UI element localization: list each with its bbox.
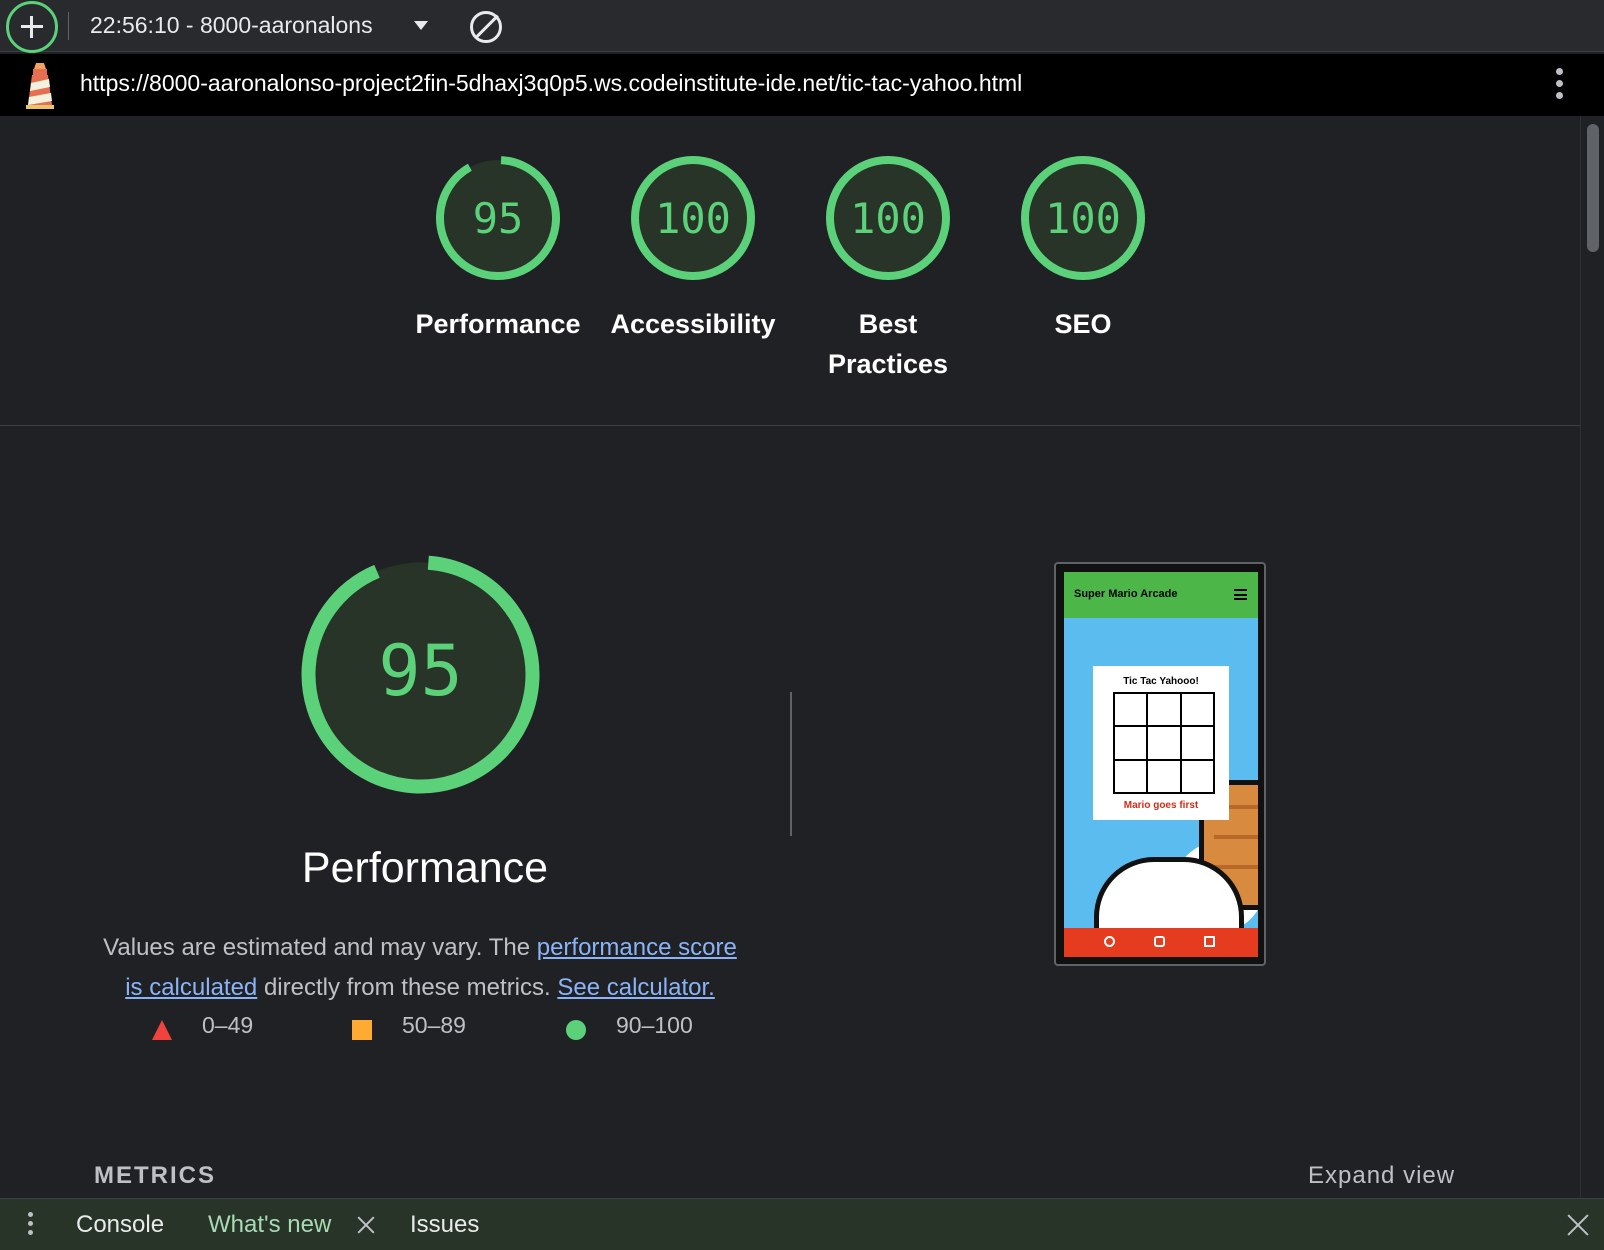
performance-score: 95 (378, 630, 462, 712)
gauge-ring: 100 (826, 156, 950, 280)
toolbar-divider (68, 12, 69, 40)
category-gauges: 95 Performance 100 Accessibility 100 Bes… (0, 116, 1580, 426)
gauge-ring: 100 (631, 156, 755, 280)
instagram-icon (1154, 936, 1165, 947)
game-title: Tic Tac Yahooo! (1123, 676, 1199, 687)
bottom-drawer: Console What's new Issues (0, 1198, 1604, 1250)
screenshot-header: Super Mario Arcade (1064, 572, 1258, 618)
screenshot-footer (1064, 928, 1258, 957)
page-url: https://8000-aaronalonso-project2fin-5dh… (80, 70, 1023, 96)
tab-console[interactable]: Console (76, 1211, 164, 1239)
drawer-menu-icon[interactable] (28, 1212, 36, 1240)
tic-tac-toe-grid (1113, 692, 1215, 794)
game-card: Tic Tac Yahooo! Mario goes first (1093, 666, 1229, 820)
close-drawer-icon[interactable] (1566, 1213, 1590, 1237)
metrics-title: METRICS (94, 1162, 216, 1189)
performance-gauge-large: 95 (301, 555, 540, 794)
performance-description: Values are estimated and may vary. The p… (95, 928, 745, 1008)
gauge-label: Performance (415, 309, 581, 339)
scrollbar-thumb[interactable] (1587, 124, 1599, 252)
gauge-label: Accessibility (610, 309, 776, 339)
tab-issues[interactable]: Issues (410, 1211, 479, 1239)
see-calculator-link[interactable]: See calculator. (557, 974, 714, 1001)
gauge-label: SEO (1054, 309, 1112, 339)
block-icon[interactable] (470, 11, 502, 43)
gauge-score: 95 (473, 194, 524, 243)
gauge-best-practices[interactable]: 100 Best Practices (788, 154, 988, 384)
final-screenshot[interactable]: Super Mario Arcade Tic Tac Yahooo! Mario… (1054, 562, 1266, 966)
facebook-icon (1104, 936, 1115, 947)
report-content: 95 Performance 100 Accessibility 100 Bes… (0, 116, 1580, 1198)
legend-average: 50–89 (402, 1012, 466, 1038)
chevron-down-icon[interactable] (414, 21, 428, 30)
lighthouse-icon (26, 63, 54, 109)
more-options-icon[interactable] (1556, 68, 1564, 102)
hamburger-icon (1234, 589, 1247, 600)
gauge-score: 100 (655, 194, 731, 243)
gauge-performance[interactable]: 95 Performance (398, 154, 598, 344)
screenshot-page: Super Mario Arcade Tic Tac Yahooo! Mario… (1064, 572, 1258, 957)
close-icon[interactable] (356, 1215, 376, 1235)
desc-text: Values are estimated and may vary. The (103, 934, 537, 961)
gauge-seo[interactable]: 100 SEO (983, 154, 1183, 344)
plus-icon[interactable] (6, 1, 58, 53)
fail-triangle-icon (152, 1020, 172, 1040)
gauge-label: Best Practices (827, 309, 949, 379)
average-square-icon (352, 1020, 372, 1040)
report-select[interactable]: 22:56:10 - 8000-aaronalons (90, 12, 373, 39)
gauge-score: 100 (1045, 194, 1121, 243)
expand-view-button[interactable]: Expand view (1308, 1162, 1455, 1190)
legend-fail: 0–49 (202, 1012, 254, 1038)
url-bar: https://8000-aaronalonso-project2fin-5dh… (0, 54, 1604, 116)
performance-title: Performance (301, 844, 549, 892)
pass-circle-icon (566, 1020, 586, 1040)
gauge-ring: 95 (436, 156, 560, 281)
screenshot-brand: Super Mario Arcade (1074, 588, 1178, 600)
legend-pass: 90–100 (616, 1012, 693, 1038)
lighthouse-toolbar: 22:56:10 - 8000-aaronalons (0, 0, 1604, 53)
gauge-accessibility[interactable]: 100 Accessibility (593, 154, 793, 344)
game-status: Mario goes first (1123, 800, 1199, 811)
scrollbar[interactable] (1580, 116, 1604, 1198)
linkedin-icon (1204, 936, 1215, 947)
tab-whats-new[interactable]: What's new (208, 1211, 331, 1239)
gauge-ring: 100 (1021, 156, 1145, 280)
vertical-divider (790, 692, 792, 836)
gauge-score: 100 (850, 194, 926, 243)
desc-text: directly from these metrics. (257, 974, 558, 1001)
